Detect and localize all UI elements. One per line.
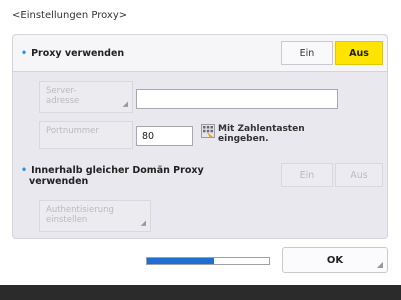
port-hint: Mit Zahlentasten eingeben.: [218, 124, 305, 144]
port-number-button[interactable]: Portnummer: [39, 121, 133, 149]
corner-arrow-icon: ◢: [140, 219, 146, 227]
bullet-icon: •: [21, 48, 28, 59]
progress-bar: [146, 257, 270, 265]
page-title: <Einstellungen Proxy>: [12, 10, 128, 21]
corner-arrow-icon: ◢: [122, 100, 128, 108]
same-domain-on-button[interactable]: Ein: [281, 163, 333, 187]
bullet-icon: •: [21, 165, 28, 176]
progress-fill: [147, 258, 215, 264]
same-domain-label: • Innerhalb gleicher Domän Proxy verwenden: [21, 165, 204, 187]
corner-arrow-icon: ◢: [376, 260, 383, 269]
server-address-field[interactable]: [136, 89, 338, 109]
authentication-button[interactable]: Authentisierung einstellen ◢: [39, 200, 151, 232]
settings-panel: • Proxy verwenden Ein Aus Server-adresse …: [12, 34, 388, 239]
bottom-bar: [0, 285, 401, 300]
proxy-row: • Proxy verwenden Ein Aus: [13, 35, 387, 72]
proxy-use-label: • Proxy verwenden: [21, 48, 125, 59]
server-address-button[interactable]: Server-adresse ◢: [39, 81, 133, 113]
keypad-icon: [201, 124, 215, 138]
proxy-off-button[interactable]: Aus: [335, 41, 383, 65]
ok-button[interactable]: OK ◢: [282, 247, 388, 273]
same-domain-off-button[interactable]: Aus: [335, 163, 383, 187]
proxy-on-button[interactable]: Ein: [281, 41, 333, 65]
port-number-field[interactable]: 80: [136, 126, 193, 146]
